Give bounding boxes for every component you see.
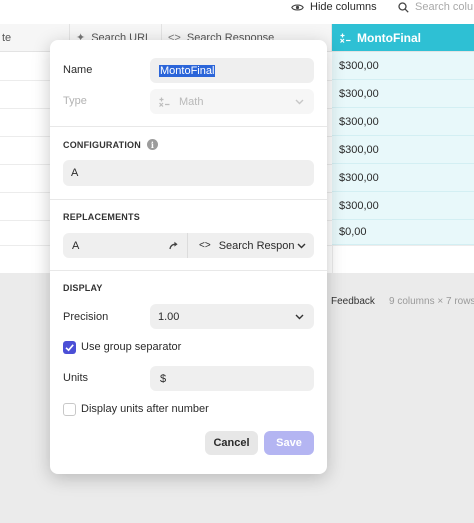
grid-size-count: 9 columns × 7 rows [389, 296, 474, 307]
replacement-target-select[interactable]: <> Search Respon [188, 233, 314, 258]
checkmark-icon [65, 344, 74, 352]
configuration-heading: CONFIGURATION i [63, 139, 158, 150]
info-icon[interactable]: i [146, 139, 158, 150]
units-label: Units [63, 372, 89, 384]
feedback-link[interactable]: Feedback [331, 296, 375, 308]
table-cell[interactable]: $300,00 [332, 108, 474, 136]
name-label: Name [63, 64, 93, 76]
column-header-label: te [2, 31, 12, 44]
units-after-number-label: Display units after number [81, 403, 209, 415]
configuration-input[interactable]: A [63, 160, 314, 186]
type-select-value: Math [179, 95, 204, 108]
replacement-target-value: Search Respon [218, 239, 295, 252]
save-button[interactable]: Save [264, 431, 314, 455]
precision-label: Precision [63, 311, 109, 323]
chevron-down-icon [295, 99, 304, 104]
code-icon: <> [199, 240, 211, 251]
hide-columns-button[interactable]: Hide columns [291, 0, 377, 14]
group-separator-label: Use group separator [81, 341, 182, 353]
hide-columns-label: Hide columns [310, 1, 377, 13]
chevron-down-icon [295, 314, 304, 319]
formula-icon [340, 33, 351, 43]
toolbar-search-input[interactable]: Search colu [398, 0, 473, 14]
units-after-number-checkbox[interactable] [63, 403, 76, 416]
display-heading-text: DISPLAY [63, 283, 103, 293]
group-separator-checkbox[interactable] [63, 341, 76, 354]
precision-select[interactable]: 1.00 [150, 304, 314, 329]
table-cell[interactable]: $300,00 [332, 52, 474, 80]
replacements-heading-text: REPLACEMENTS [63, 212, 140, 222]
search-icon [398, 1, 409, 13]
column-header-montofinal[interactable]: MontoFinal [332, 24, 474, 52]
precision-select-value: 1.00 [158, 310, 180, 323]
table-cell[interactable]: $300,00 [332, 192, 474, 220]
search-placeholder: Search colu [415, 1, 474, 13]
name-input-value: MontoFinal [159, 64, 216, 77]
name-input[interactable]: MontoFinal [150, 58, 314, 83]
type-select[interactable]: Math [150, 89, 314, 114]
configuration-heading-text: CONFIGURATION [63, 139, 141, 150]
table-cell[interactable]: $0,00 [332, 220, 474, 245]
type-label: Type [63, 95, 87, 107]
eye-icon [291, 3, 304, 11]
cancel-button[interactable]: Cancel [205, 431, 258, 455]
formula-icon [159, 97, 170, 107]
top-toolbar: Hide columns Search colu [0, 0, 474, 24]
replacement-source-value: A [72, 239, 80, 252]
table-cell[interactable]: $300,00 [332, 80, 474, 108]
table-cell[interactable]: $300,00 [332, 136, 474, 164]
table-cell[interactable]: $300,00 [332, 164, 474, 192]
share-arrow-icon [169, 241, 178, 250]
replacement-row: A <> Search Respon [63, 233, 314, 258]
column-header-label: MontoFinal [357, 30, 421, 45]
units-input-value: $ [160, 372, 167, 385]
replacements-heading: REPLACEMENTS [63, 212, 140, 222]
column-config-dialog: Name MontoFinal Type Math CONFIGURATION … [50, 40, 327, 474]
chevron-down-icon [297, 243, 306, 248]
display-heading: DISPLAY [63, 283, 103, 293]
units-input[interactable]: $ [150, 366, 314, 391]
configuration-input-value: A [71, 167, 79, 179]
